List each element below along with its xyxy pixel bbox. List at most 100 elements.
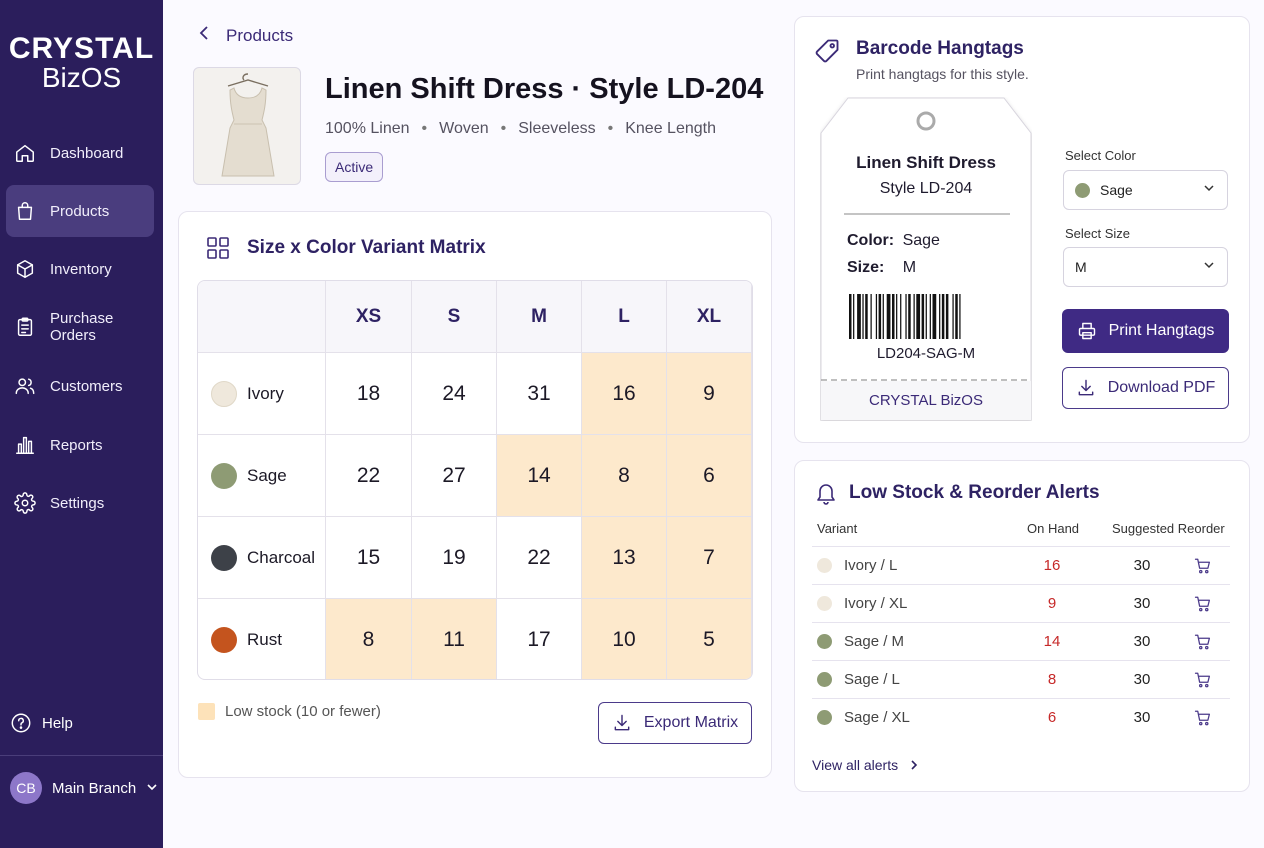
suggested-reorder-value: 30 <box>1133 557 1151 574</box>
tag-size-row: Size: M <box>847 259 916 277</box>
matrix-cell[interactable]: 17 <box>497 599 582 679</box>
barcode <box>849 294 1004 339</box>
size-select-value: M <box>1075 259 1087 275</box>
sidebar-item-customers[interactable]: Customers <box>6 360 154 412</box>
sidebar-item-inventory[interactable]: Inventory <box>6 243 154 295</box>
print-hangtags-button[interactable]: Print Hangtags <box>1062 309 1229 353</box>
matrix-cell[interactable]: 11 <box>412 599 497 679</box>
download-pdf-button[interactable]: Download PDF <box>1062 367 1229 409</box>
alerts-title: Low Stock & Reorder Alerts <box>849 482 1100 503</box>
cart-icon[interactable] <box>1194 595 1212 613</box>
matrix-cell[interactable]: 14 <box>497 435 582 517</box>
tag-size-label: Size: <box>847 259 885 276</box>
download-icon <box>1078 379 1094 396</box>
color-name: Sage <box>247 465 287 485</box>
cart-icon[interactable] <box>1194 671 1212 689</box>
column-header-size: S <box>412 281 497 353</box>
matrix-cell[interactable]: 22 <box>497 517 582 599</box>
branch-switcher[interactable]: CB Main Branch <box>10 772 158 804</box>
matrix-cell[interactable]: 22 <box>326 435 412 517</box>
alert-row[interactable]: Sage / XL 6 30 <box>812 698 1230 736</box>
shopping-bag-icon <box>14 200 36 222</box>
tag-icon <box>813 37 841 65</box>
color-select[interactable]: Sage <box>1063 170 1228 210</box>
column-header-variant: Variant <box>817 521 858 536</box>
tag-style: Style LD-204 <box>879 180 973 197</box>
chevron-down-icon <box>1204 185 1214 192</box>
variant-color-dot <box>817 634 832 649</box>
color-swatch <box>211 380 237 407</box>
alert-row[interactable]: Sage / M 14 30 <box>812 622 1230 660</box>
size-select[interactable]: M <box>1063 247 1228 287</box>
matrix-cell[interactable]: 31 <box>497 353 582 435</box>
matrix-cell[interactable]: 16 <box>582 353 667 435</box>
print-hangtags-label: Print Hangtags <box>1108 322 1215 339</box>
on-hand-value: 8 <box>1047 671 1057 688</box>
variant-color-dot <box>817 596 832 611</box>
suggested-reorder-value: 30 <box>1133 595 1151 612</box>
color-name: Rust <box>247 629 282 649</box>
color-swatch <box>211 626 237 653</box>
matrix-cell[interactable]: 13 <box>582 517 667 599</box>
sidebar-item-reports[interactable]: Reports <box>6 419 154 471</box>
suggested-reorder-value: 30 <box>1133 633 1151 650</box>
export-matrix-button[interactable]: Export Matrix <box>598 702 752 744</box>
matrix-cell[interactable]: 5 <box>667 599 752 679</box>
barcode-text: LD204-SAG-M <box>876 345 976 362</box>
variant-name: Ivory / XL <box>844 595 908 612</box>
sidebar-item-products[interactable]: Products <box>6 185 154 237</box>
home-icon <box>14 142 36 164</box>
column-header-size: M <box>497 281 582 353</box>
status-badge: Active <box>325 152 384 182</box>
on-hand-value: 14 <box>1043 633 1061 650</box>
printer-icon <box>1078 322 1095 340</box>
column-header-size: XS <box>326 281 412 353</box>
matrix-cell[interactable]: 9 <box>667 353 752 435</box>
variant-color-dot <box>817 672 832 687</box>
matrix-cell[interactable]: 10 <box>582 599 667 679</box>
matrix-cell[interactable]: 8 <box>326 599 412 679</box>
sidebar-item-purchase-orders[interactable]: Purchase Orders <box>6 301 154 353</box>
alert-row[interactable]: Ivory / XL 9 30 <box>812 584 1230 622</box>
tag-color-row: Color: Sage <box>847 232 940 250</box>
cart-icon[interactable] <box>1194 633 1212 651</box>
sidebar-item-settings[interactable]: Settings <box>6 477 154 529</box>
matrix-cell[interactable]: 18 <box>326 353 412 435</box>
on-hand-value: 16 <box>1043 557 1061 574</box>
column-header-on-hand: On Hand <box>1027 521 1080 536</box>
color-swatch <box>211 544 237 571</box>
clipboard-icon <box>14 316 36 338</box>
tag-color-value: Sage <box>902 232 940 249</box>
cart-icon[interactable] <box>1194 709 1212 727</box>
matrix-cell[interactable]: 6 <box>667 435 752 517</box>
matrix-cell[interactable]: 7 <box>667 517 752 599</box>
variant-name: Sage / L <box>844 671 900 688</box>
help-link[interactable]: Help <box>10 712 73 734</box>
sidebar-item-dashboard[interactable]: Dashboard <box>6 127 154 179</box>
matrix-cell[interactable]: 8 <box>582 435 667 517</box>
matrix-cell[interactable]: 19 <box>412 517 497 599</box>
variant-name: Sage / XL <box>844 709 910 726</box>
select-size-label: Select Size <box>1065 226 1131 241</box>
matrix-cell[interactable]: 24 <box>412 353 497 435</box>
tag-product-name: Linen Shift Dress <box>856 153 996 172</box>
download-icon <box>614 714 630 731</box>
variant-color-dot <box>817 710 832 725</box>
cart-icon[interactable] <box>1194 557 1212 575</box>
product-attributes: 100% Linen • Woven • Sleeveless • Knee L… <box>325 120 716 138</box>
avatar: CB <box>10 772 42 804</box>
app-logo[interactable]: CRYSTAL BizOS <box>0 34 163 92</box>
matrix-cell[interactable]: 27 <box>412 435 497 517</box>
sidebar: CRYSTAL BizOS Dashboard Products Invento… <box>0 0 163 848</box>
chevron-down-icon <box>146 781 158 796</box>
breadcrumb[interactable]: Products <box>198 25 293 46</box>
separator-dot: • <box>500 120 507 137</box>
matrix-cell[interactable]: 15 <box>326 517 412 599</box>
variant-matrix-table: XS S M L XL Ivory 18 24 31 16 9 Sage 22 27 14 8 6 Charcoa… <box>197 280 753 680</box>
download-pdf-label: Download PDF <box>1107 379 1216 396</box>
view-all-alerts-link[interactable]: View all alerts <box>812 757 920 773</box>
suggested-reorder-value: 30 <box>1133 671 1151 688</box>
alert-row[interactable]: Sage / L 8 30 <box>812 660 1230 698</box>
variant-name: Ivory / L <box>844 557 898 574</box>
alert-row[interactable]: Ivory / L 16 30 <box>812 546 1230 584</box>
